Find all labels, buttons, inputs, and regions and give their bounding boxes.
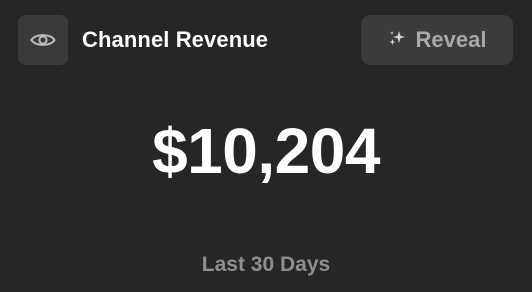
visibility-toggle-button[interactable] <box>18 15 68 65</box>
reveal-button-label: Reveal <box>415 27 487 52</box>
sparkle-icon <box>388 29 406 52</box>
period-label: Last 30 Days <box>201 253 331 276</box>
eye-icon <box>30 31 56 49</box>
reveal-button[interactable]: Reveal <box>361 15 513 65</box>
revenue-value: $10,204 <box>152 115 380 187</box>
revenue-card: Channel Revenue Reveal $10,204 Last 30 D… <box>0 0 532 292</box>
card-title: Channel Revenue <box>82 27 269 52</box>
